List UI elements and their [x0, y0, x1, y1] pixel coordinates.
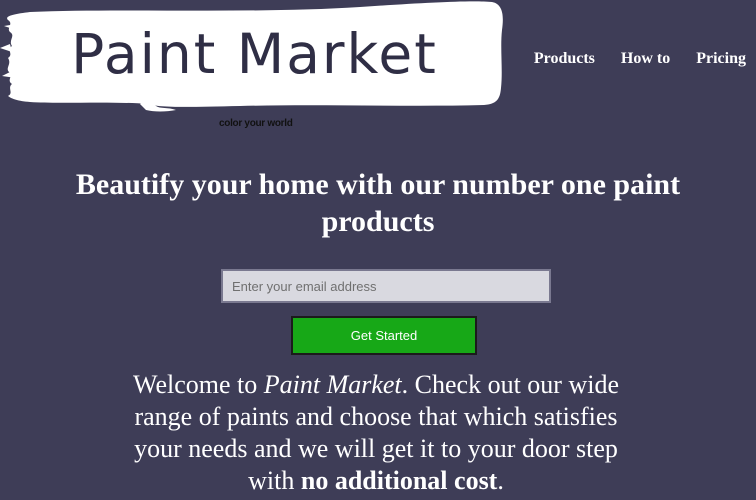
nav-link-products[interactable]: Products [534, 50, 595, 68]
nav-link-how-to[interactable]: How to [621, 50, 670, 68]
welcome-brand-name: Paint Market [263, 370, 402, 399]
get-started-button[interactable]: Get Started [291, 316, 477, 355]
welcome-paragraph: Welcome to Paint Market. Check out our w… [108, 369, 644, 497]
welcome-emphasis: no additional cost [300, 466, 498, 495]
logo-tagline: color your world [219, 118, 293, 129]
welcome-suffix: . [497, 466, 504, 495]
nav-link-pricing[interactable]: Pricing [696, 50, 746, 68]
email-field[interactable] [221, 269, 551, 303]
welcome-prefix: Welcome to [132, 370, 264, 399]
logo[interactable]: Paint Market color your world [0, 0, 505, 132]
site-header: Paint Market color your world Products H… [0, 0, 756, 135]
main-nav: Products How to Pricing [508, 50, 746, 68]
logo-wordmark: Paint Market [71, 22, 438, 86]
hero-title: Beautify your home with our number one p… [75, 168, 681, 238]
